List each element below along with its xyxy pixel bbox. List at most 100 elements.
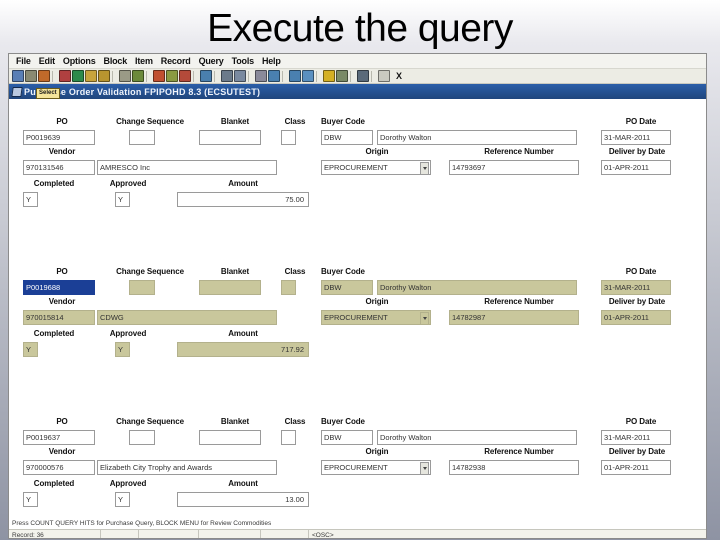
close-form-button[interactable]: X xyxy=(396,71,402,81)
menu-item-file[interactable]: File xyxy=(12,56,35,66)
rollback-icon[interactable] xyxy=(25,70,37,82)
field-deliver-by-date-2[interactable]: 01-APR-2011 xyxy=(601,310,671,325)
field-po-date-1[interactable]: 31-MAR-2011 xyxy=(601,130,671,145)
field-approved-2[interactable]: Y xyxy=(115,342,130,357)
field-class-3[interactable] xyxy=(281,430,296,445)
field-change-sequence-1[interactable] xyxy=(129,130,155,145)
field-po-1[interactable]: P0019639 xyxy=(23,130,95,145)
toolbar-separator xyxy=(52,70,57,82)
po-record-3[interactable]: PO Change Sequence Blanket Class Buyer Code P… xyxy=(9,407,706,507)
field-deliver-by-date-1[interactable]: 01-APR-2011 xyxy=(601,160,671,175)
status-bar: Record: 36 <OSC> xyxy=(9,529,706,539)
field-buyer-name-3[interactable]: Dorothy Walton xyxy=(377,430,577,445)
field-class-1[interactable] xyxy=(281,130,296,145)
status-cell-3 xyxy=(139,529,199,538)
paste-icon[interactable] xyxy=(85,70,97,82)
field-completed-1[interactable]: Y xyxy=(23,192,38,207)
po-record-1[interactable]: PO Change Sequence Blanket Class Buyer Code P… xyxy=(9,107,706,207)
insert-record-icon[interactable] xyxy=(166,70,178,82)
label-completed: Completed xyxy=(33,179,75,188)
field-blanket-3[interactable] xyxy=(199,430,261,445)
previous-item-icon[interactable] xyxy=(302,70,314,82)
field-po-date-2[interactable]: 31-MAR-2011 xyxy=(601,280,671,295)
origin-dropdown-arrow-icon[interactable] xyxy=(420,312,429,324)
field-buyer-name-1[interactable]: Dorothy Walton xyxy=(377,130,577,145)
field-origin-3[interactable]: EPROCUREMENT xyxy=(321,460,431,475)
field-amount-2[interactable]: 717.92 xyxy=(177,342,309,357)
next-block-icon[interactable] xyxy=(289,70,301,82)
enter-query-icon[interactable] xyxy=(119,70,131,82)
menu-item-block[interactable]: Block xyxy=(100,56,132,66)
exit-icon[interactable] xyxy=(336,70,348,82)
label-vendor: Vendor xyxy=(48,297,76,306)
field-origin-1[interactable]: EPROCUREMENT xyxy=(321,160,431,175)
field-vendor-name-2[interactable]: CDWG xyxy=(97,310,277,325)
form-canvas: PO Change Sequence Blanket Class Buyer Code P… xyxy=(9,99,706,539)
menu-item-edit[interactable]: Edit xyxy=(35,56,59,66)
field-vendor-id-3[interactable]: 970000576 xyxy=(23,460,95,475)
field-approved-3[interactable]: Y xyxy=(115,492,130,507)
menu-item-query[interactable]: Query xyxy=(195,56,228,66)
field-vendor-name-3[interactable]: Elizabeth City Trophy and Awards xyxy=(97,460,277,475)
field-amount-3[interactable]: 13.00 xyxy=(177,492,309,507)
field-po-2[interactable]: P0019688 xyxy=(23,280,95,295)
cut-icon[interactable] xyxy=(59,70,71,82)
origin-dropdown-arrow-icon[interactable] xyxy=(420,162,429,174)
field-change-sequence-3[interactable] xyxy=(129,430,155,445)
field-approved-1[interactable]: Y xyxy=(115,192,130,207)
field-amount-1[interactable]: 75.00 xyxy=(177,192,309,207)
field-vendor-id-2[interactable]: 970015814 xyxy=(23,310,95,325)
field-origin-2[interactable]: EPROCUREMENT xyxy=(321,310,431,325)
field-vendor-id-1[interactable]: 970131546 xyxy=(23,160,95,175)
menu-item-help[interactable]: Help xyxy=(258,56,285,66)
duplicate-record-icon[interactable] xyxy=(200,70,212,82)
save-icon[interactable] xyxy=(12,70,24,82)
menu-item-options[interactable]: Options xyxy=(59,56,100,66)
execute-query-icon[interactable] xyxy=(132,70,144,82)
field-blanket-2[interactable] xyxy=(199,280,261,295)
field-buyer-name-2[interactable]: Dorothy Walton xyxy=(377,280,577,295)
field-deliver-by-date-3[interactable]: 01-APR-2011 xyxy=(601,460,671,475)
menu-bar: File Edit Options Block Item Record Query Tools… xyxy=(9,54,706,69)
po-record-2[interactable]: PO Change Sequence Blanket Class Buyer Code P… xyxy=(9,257,706,357)
status-cell-4 xyxy=(199,529,261,538)
field-reference-number-2[interactable]: 14782987 xyxy=(449,310,579,325)
origin-dropdown-arrow-icon[interactable] xyxy=(420,462,429,474)
print-icon[interactable] xyxy=(38,70,50,82)
field-buyer-code-1[interactable]: DBW xyxy=(321,130,373,145)
oracle-forms-window: File Edit Options Block Item Record Query Tools… xyxy=(8,53,707,539)
field-reference-number-3[interactable]: 14782938 xyxy=(449,460,579,475)
previous-block-icon[interactable] xyxy=(268,70,280,82)
next-item-icon[interactable] xyxy=(323,70,335,82)
field-buyer-code-2[interactable]: DBW xyxy=(321,280,373,295)
show-keys-icon[interactable] xyxy=(255,70,267,82)
menu-item-item[interactable]: Item xyxy=(131,56,157,66)
menu-item-tools[interactable]: Tools xyxy=(228,56,258,66)
field-reference-number-1[interactable]: 14793697 xyxy=(449,160,579,175)
help-icon[interactable] xyxy=(357,70,369,82)
field-blanket-1[interactable] xyxy=(199,130,261,145)
field-po-date-3[interactable]: 31-MAR-2011 xyxy=(601,430,671,445)
window-icon[interactable] xyxy=(378,70,390,82)
cancel-query-icon[interactable] xyxy=(153,70,165,82)
label-origin: Origin xyxy=(365,297,389,306)
remove-record-icon[interactable] xyxy=(179,70,191,82)
field-class-2[interactable] xyxy=(281,280,296,295)
window-title-bar: Purchase Order Validation FPIPOHD 8.3 (E… xyxy=(9,84,706,99)
field-vendor-name-1[interactable]: AMRESCO Inc xyxy=(97,160,277,175)
field-change-sequence-2[interactable] xyxy=(129,280,155,295)
field-po-3[interactable]: P0019637 xyxy=(23,430,95,445)
copy-icon[interactable] xyxy=(72,70,84,82)
label-change-sequence: Change Sequence xyxy=(116,267,184,276)
menu-item-record[interactable]: Record xyxy=(157,56,195,66)
field-buyer-code-3[interactable]: DBW xyxy=(321,430,373,445)
select-all-icon[interactable] xyxy=(98,70,110,82)
label-po-date: PO Date xyxy=(625,117,657,126)
edit-icon[interactable] xyxy=(234,70,246,82)
field-completed-3[interactable]: Y xyxy=(23,492,38,507)
label-class: Class xyxy=(284,417,306,426)
toolbar-separator xyxy=(193,70,198,82)
list-values-icon[interactable] xyxy=(221,70,233,82)
status-mode: <OSC> xyxy=(312,531,334,539)
field-completed-2[interactable]: Y xyxy=(23,342,38,357)
